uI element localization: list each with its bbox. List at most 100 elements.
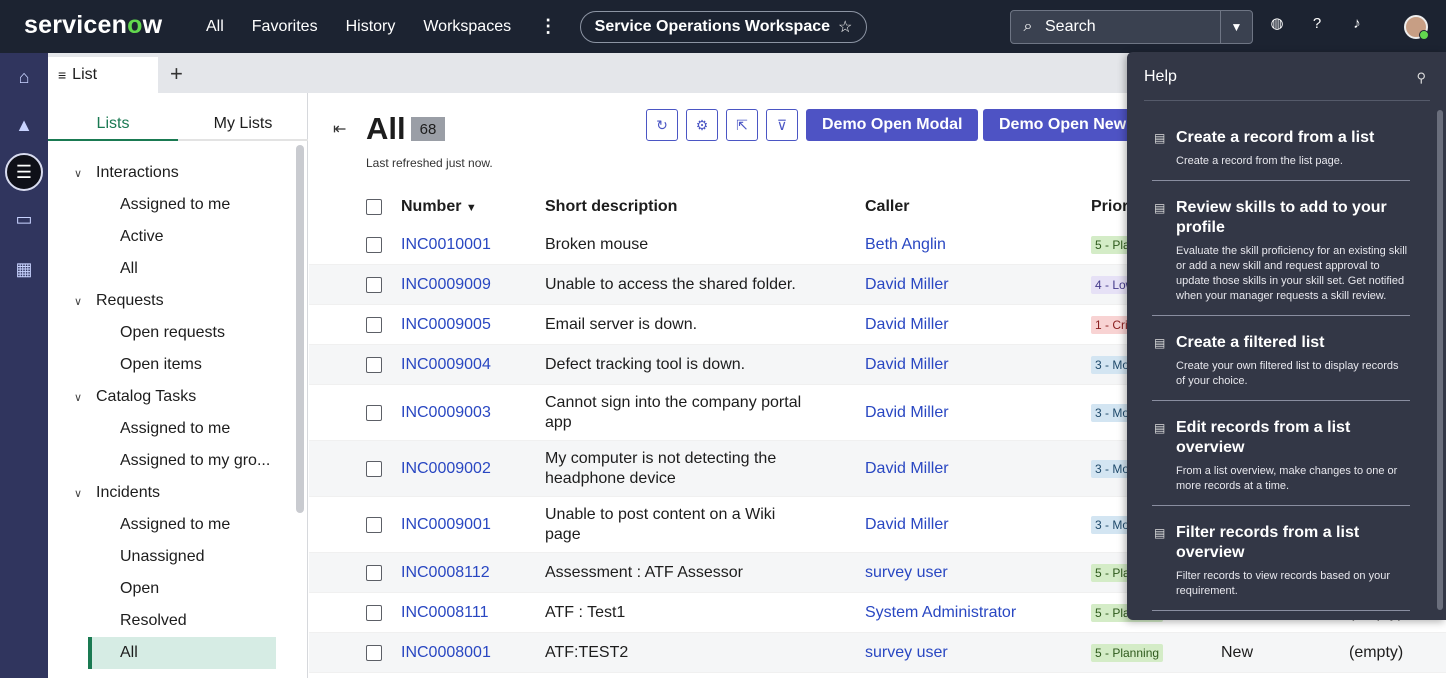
caller-link[interactable]: survey user (865, 564, 1091, 582)
group-label: Incidents (96, 484, 161, 501)
nav-all[interactable]: All (206, 18, 224, 36)
caller-link[interactable]: David Miller (865, 516, 1091, 534)
incident-number-link[interactable]: INC0008112 (401, 564, 545, 582)
help-article-link[interactable]: ▤ Create a record from a list Create a rec… (1152, 128, 1410, 181)
tab-list[interactable]: ≡ List (48, 57, 158, 93)
incident-number-link[interactable]: INC0009001 (401, 516, 545, 534)
notification-bell-icon[interactable]: ♪ (1348, 14, 1366, 32)
tab-my-lists[interactable]: My Lists (178, 109, 308, 141)
more-menu-icon[interactable]: ⋮ (539, 16, 557, 37)
row-checkbox[interactable] (366, 516, 382, 533)
row-checkbox[interactable] (366, 236, 382, 253)
list-item[interactable]: Open items (48, 349, 292, 381)
caller-link[interactable]: David Miller (865, 276, 1091, 294)
home-icon[interactable]: ⌂ (10, 63, 38, 91)
group-interactions[interactable]: ∨ Interactions (48, 157, 292, 189)
col-short-description[interactable]: Short description (545, 197, 865, 217)
caller-link[interactable]: Beth Anglin (865, 236, 1091, 254)
incident-number-link[interactable]: INC0009002 (401, 460, 545, 478)
collapse-panel-icon[interactable]: ⇤ (333, 119, 346, 139)
incident-number-link[interactable]: INC0008001 (401, 644, 545, 662)
graduation-cap-icon[interactable]: ▲ (10, 111, 38, 139)
incident-number-link[interactable]: INC0010001 (401, 236, 545, 254)
row-checkbox[interactable] (366, 276, 382, 293)
nav-history[interactable]: History (346, 18, 396, 36)
incident-number-link[interactable]: INC0008111 (401, 604, 545, 622)
help-article-link[interactable]: ▤ Filter records from a list overview Filt… (1152, 523, 1410, 611)
caller-link[interactable]: David Miller (865, 356, 1091, 374)
col-number[interactable]: Number ▼ (401, 198, 545, 216)
demo-open-new-tab-button[interactable]: Demo Open New Tab (983, 109, 1133, 141)
help-article-link[interactable]: ▤ Edit records from a list overview From a… (1152, 418, 1410, 506)
short-description: Broken mouse (545, 235, 649, 253)
list-item[interactable]: Assigned to my gro... (48, 445, 292, 477)
nav-workspaces[interactable]: Workspaces (423, 18, 511, 36)
pin-icon[interactable]: ⚲ (1416, 70, 1426, 86)
list-item[interactable]: Assigned to me (48, 413, 292, 445)
incident-number-link[interactable]: INC0009004 (401, 356, 545, 374)
row-checkbox[interactable] (366, 564, 382, 581)
chevron-down-icon[interactable]: ▼ (1220, 11, 1252, 43)
row-checkbox[interactable] (366, 356, 382, 373)
global-search[interactable]: ⌕ Search ▼ (1010, 10, 1253, 44)
help-article-link[interactable]: ▤ Create a filtered list Create your own f… (1152, 333, 1410, 401)
caller-link[interactable]: survey user (865, 644, 1091, 662)
nav-favorites[interactable]: Favorites (252, 18, 318, 36)
list-item[interactable]: Active (48, 221, 292, 253)
group-incidents[interactable]: ∨ Incidents (48, 477, 292, 509)
last-refreshed-text: Last refreshed just now. (366, 156, 493, 170)
help-article-desc: Evaluate the skill proficiency for an ex… (1176, 245, 1408, 302)
row-checkbox[interactable] (366, 604, 382, 621)
list-item[interactable]: Assigned to me (48, 509, 292, 541)
col-caller[interactable]: Caller (865, 198, 1091, 216)
list-item[interactable]: All (48, 253, 292, 285)
workspace-pill[interactable]: Service Operations Workspace ☆ (580, 11, 867, 43)
servicenow-logo[interactable]: servicenow (24, 11, 162, 40)
help-article-desc: Create your own filtered list to display… (1176, 360, 1399, 387)
incident-number-link[interactable]: INC0009005 (401, 316, 545, 334)
select-all-checkbox[interactable] (366, 199, 382, 215)
short-description: Unable to access the shared folder. (545, 275, 796, 293)
row-checkbox[interactable] (366, 460, 382, 477)
incident-number-link[interactable]: INC0009003 (401, 404, 545, 422)
chevron-down-icon: ∨ (74, 391, 83, 404)
list-item[interactable]: Unassigned (48, 541, 292, 573)
top-nav: All Favorites History Workspaces ⋮ (206, 0, 585, 53)
help-icon[interactable]: ? (1308, 14, 1326, 32)
export-icon[interactable]: ⇱ (726, 109, 758, 141)
help-article-link[interactable]: ▤ Review skills to add to your profile Eva… (1152, 198, 1410, 316)
user-avatar[interactable] (1404, 15, 1429, 40)
inbox-icon[interactable]: ▭ (10, 205, 38, 233)
scrollbar[interactable] (296, 145, 304, 513)
row-checkbox[interactable] (366, 644, 382, 661)
document-icon: ▤ (1154, 526, 1166, 540)
filter-icon[interactable]: ⊽ (766, 109, 798, 141)
help-article-title: Create a filtered list (1176, 334, 1325, 351)
list-item[interactable]: Assigned to me (48, 189, 292, 221)
gear-icon[interactable]: ⚙ (686, 109, 718, 141)
row-checkbox[interactable] (366, 316, 382, 333)
table-row[interactable]: INC0008001 ATF:TEST2 survey user 5 - Planni… (309, 633, 1446, 673)
list-item-selected[interactable]: All (88, 637, 276, 669)
row-checkbox[interactable] (366, 404, 382, 421)
list-icon[interactable]: ☰ (5, 153, 43, 191)
demo-open-modal-button[interactable]: Demo Open Modal (806, 109, 979, 141)
scrollbar[interactable] (1437, 110, 1443, 610)
incident-number-link[interactable]: INC0009009 (401, 276, 545, 294)
caller-link[interactable]: David Miller (865, 316, 1091, 334)
caller-link[interactable]: David Miller (865, 460, 1091, 478)
list-item[interactable]: Open (48, 573, 292, 605)
refresh-icon[interactable]: ↻ (646, 109, 678, 141)
globe-icon[interactable]: ◍ (1268, 14, 1286, 32)
group-catalog-tasks[interactable]: ∨ Catalog Tasks (48, 381, 292, 413)
group-requests[interactable]: ∨ Requests (48, 285, 292, 317)
search-input[interactable]: Search (1045, 18, 1220, 36)
favorite-star-icon[interactable]: ☆ (838, 17, 852, 37)
list-item[interactable]: Resolved (48, 605, 292, 637)
calendar-icon[interactable]: ▦ (10, 255, 38, 283)
add-tab-button[interactable]: + (170, 61, 183, 87)
list-item[interactable]: Open requests (48, 317, 292, 349)
tab-lists[interactable]: Lists (48, 109, 178, 141)
caller-link[interactable]: System Administrator (865, 604, 1091, 622)
caller-link[interactable]: David Miller (865, 404, 1091, 422)
